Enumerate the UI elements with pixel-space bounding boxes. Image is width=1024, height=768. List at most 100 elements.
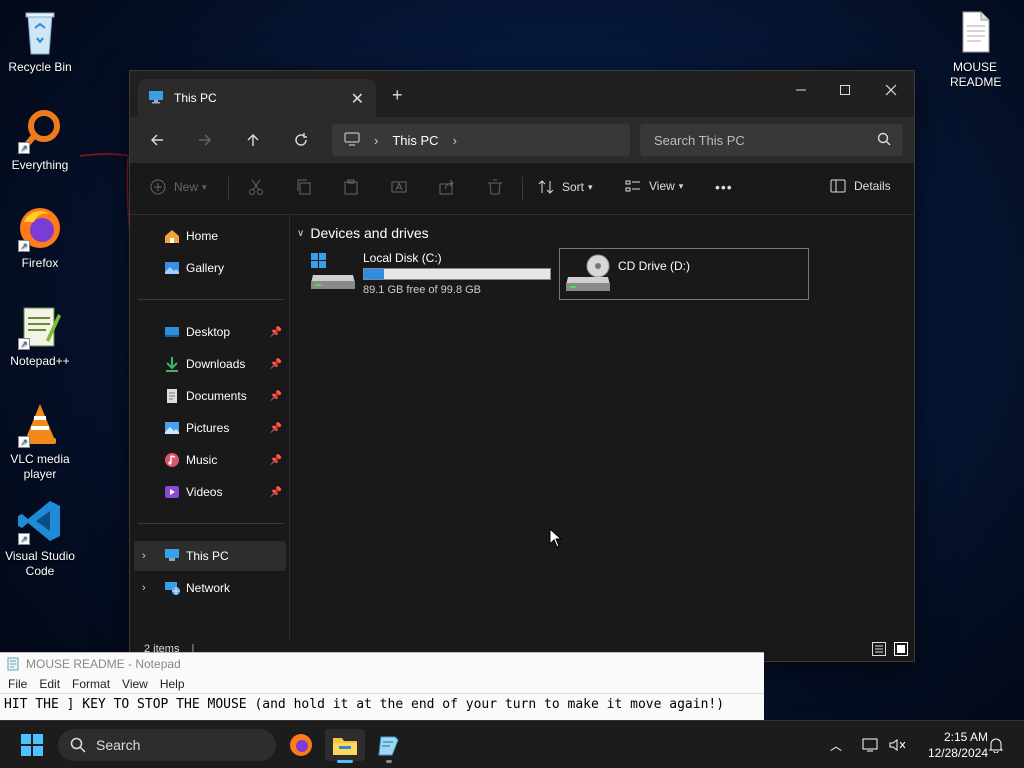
drive-name: CD Drive (D:): [618, 259, 690, 273]
rename-icon: [391, 181, 407, 193]
sidebar-item-this-pc[interactable]: › This PC: [134, 541, 286, 571]
desktop-icon-label: Visual Studio Code: [5, 549, 75, 578]
windows-logo-icon: [21, 734, 43, 756]
chevron-right-icon[interactable]: ›: [374, 133, 378, 148]
share-button[interactable]: [439, 179, 455, 195]
menu-format[interactable]: Format: [72, 677, 110, 691]
trash-icon: [488, 179, 502, 195]
volume-muted-icon[interactable]: [888, 737, 906, 753]
new-button[interactable]: New ▾: [150, 179, 207, 195]
sort-button[interactable]: Sort ▾: [538, 179, 593, 195]
sidebar-item-documents[interactable]: Documents 📌: [134, 381, 286, 411]
home-icon: [165, 230, 179, 243]
delete-button[interactable]: [487, 179, 503, 195]
chevron-right-icon[interactable]: ›: [453, 133, 457, 148]
clipboard-icon: [344, 179, 358, 195]
drive-free-space: 89.1 GB free of 99.8 GB: [363, 284, 482, 296]
new-tab-button[interactable]: +: [392, 85, 403, 106]
breadcrumb-this-pc[interactable]: This PC: [392, 133, 438, 148]
system-tray: ︿: [830, 721, 906, 768]
tiles-view-button[interactable]: [894, 642, 908, 659]
sidebar-item-downloads[interactable]: Downloads 📌: [134, 349, 286, 379]
document-icon: [167, 389, 177, 403]
address-bar[interactable]: › This PC ›: [332, 124, 630, 156]
network-monitor-icon[interactable]: [862, 737, 880, 753]
menu-view[interactable]: View: [122, 677, 148, 691]
sidebar-item-home[interactable]: Home: [134, 221, 286, 251]
close-window-button[interactable]: [868, 75, 914, 105]
search-box[interactable]: Search This PC: [640, 124, 903, 156]
arrow-right-icon: [199, 134, 211, 146]
taskbar-search[interactable]: Search: [58, 729, 276, 761]
forward-button[interactable]: [192, 128, 218, 152]
refresh-button[interactable]: [288, 128, 314, 152]
maximize-button[interactable]: [822, 75, 868, 105]
sidebar-divider: [138, 523, 284, 524]
menu-file[interactable]: File: [8, 677, 27, 691]
desktop-icon-vlc[interactable]: ↗ VLC media player: [0, 400, 80, 482]
chevron-down-icon: ▾: [202, 181, 207, 192]
more-options-button[interactable]: •••: [715, 179, 733, 195]
copy-button[interactable]: [296, 179, 312, 195]
shortcut-arrow-icon: ↗: [18, 142, 30, 154]
start-button[interactable]: [12, 729, 52, 761]
drive-item-cd-drive[interactable]: CD Drive (D:): [559, 248, 809, 300]
sidebar-item-label: Home: [186, 229, 219, 243]
list-view-icon: [872, 642, 886, 656]
desktop-icon-vscode[interactable]: ↗ Visual Studio Code: [0, 497, 80, 579]
tab-title: This PC: [174, 91, 217, 105]
view-list-icon: [625, 180, 640, 192]
cut-button[interactable]: [248, 179, 264, 195]
up-button[interactable]: [240, 128, 266, 152]
sidebar-item-pictures[interactable]: Pictures 📌: [134, 413, 286, 443]
close-tab-icon[interactable]: ✕: [351, 89, 364, 109]
chevron-up-icon[interactable]: ︿: [830, 737, 842, 754]
taskbar-search-label: Search: [96, 737, 141, 753]
taskbar-file-explorer[interactable]: [325, 729, 365, 763]
desktop-icon-everything[interactable]: ↗ Everything: [0, 106, 80, 173]
pictures-icon: [165, 422, 179, 434]
chevron-right-icon[interactable]: ›: [142, 550, 146, 562]
notepad-text-area[interactable]: HIT THE ] KEY TO STOP THE MOUSE (and hol…: [0, 693, 764, 715]
view-button[interactable]: View ▾: [625, 179, 683, 193]
desktop-icon-recycle-bin[interactable]: Recycle Bin: [0, 8, 80, 75]
taskbar: Search ︿ 2:15 AM 12/28/2024: [0, 720, 1024, 768]
sidebar-item-videos[interactable]: Videos 📌: [134, 477, 286, 507]
shortcut-arrow-icon: ↗: [18, 240, 30, 252]
drive-item-local-disk[interactable]: Local Disk (C:) 89.1 GB free of 99.8 GB: [311, 251, 551, 303]
pin-icon: 📌: [269, 358, 282, 370]
desktop-icon-label: Notepad++: [10, 354, 70, 368]
notifications-button[interactable]: [988, 721, 1004, 768]
sidebar-item-label: Network: [186, 581, 231, 595]
desktop-icon-firefox[interactable]: ↗ Firefox: [0, 204, 80, 271]
sidebar-item-gallery[interactable]: Gallery: [134, 253, 286, 283]
shortcut-arrow-icon: ↗: [18, 338, 30, 350]
taskbar-clock[interactable]: 2:15 AM 12/28/2024: [908, 729, 988, 761]
taskbar-firefox[interactable]: [281, 729, 321, 761]
menu-help[interactable]: Help: [160, 677, 185, 691]
chevron-right-icon[interactable]: ›: [142, 582, 146, 594]
arrow-up-icon: [247, 134, 259, 146]
group-header-devices[interactable]: ∨ Devices and drives: [297, 225, 429, 241]
back-button[interactable]: [144, 128, 170, 152]
sidebar-divider: [138, 299, 284, 300]
list-view-button[interactable]: [872, 642, 886, 659]
paste-button[interactable]: [343, 179, 359, 195]
minimize-button[interactable]: [778, 75, 824, 105]
file-explorer-window: This PC ✕ + › This PC › Search This PC N…: [129, 70, 915, 662]
sidebar-item-music[interactable]: Music 📌: [134, 445, 286, 475]
menu-edit[interactable]: Edit: [39, 677, 60, 691]
sidebar-item-network[interactable]: › Network: [134, 573, 286, 603]
view-label: View: [649, 179, 675, 193]
tab-this-pc[interactable]: This PC ✕: [138, 79, 376, 117]
taskbar-notepad[interactable]: [369, 729, 409, 763]
details-label: Details: [854, 179, 891, 193]
desktop-icon-mouse-readme[interactable]: MOUSE README: [935, 8, 1015, 90]
details-button[interactable]: Details: [830, 179, 891, 193]
rename-button[interactable]: [391, 179, 407, 195]
gallery-icon: [165, 262, 179, 274]
desktop-icon-label: Firefox: [21, 256, 59, 270]
desktop-icon-notepadpp[interactable]: ↗ Notepad++: [0, 302, 80, 369]
sidebar-item-desktop[interactable]: Desktop 📌: [134, 317, 286, 347]
shortcut-arrow-icon: ↗: [18, 533, 30, 545]
